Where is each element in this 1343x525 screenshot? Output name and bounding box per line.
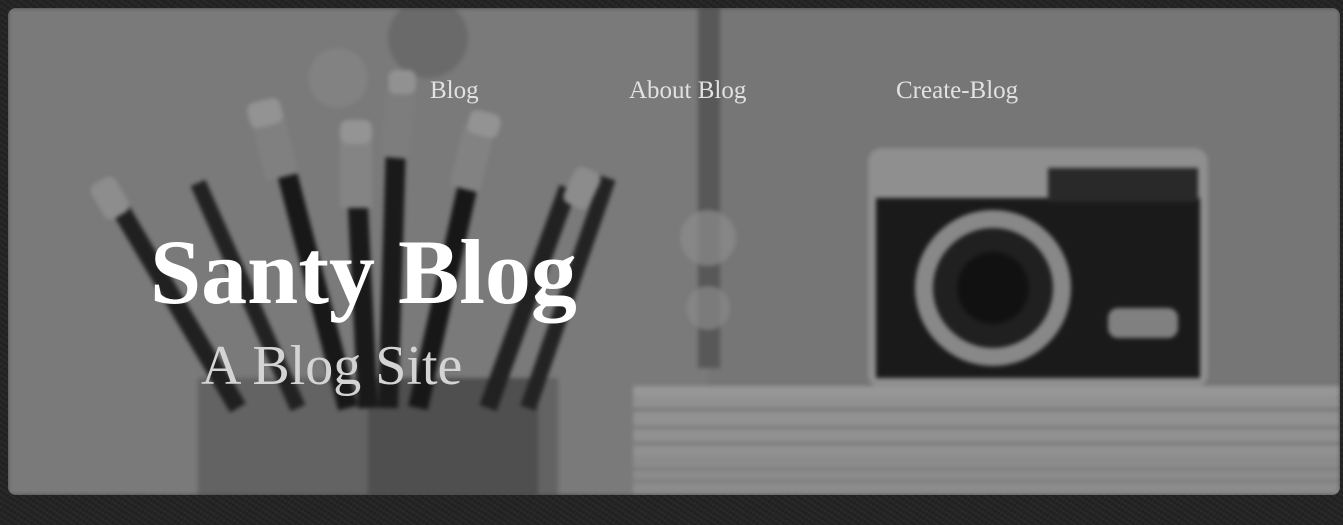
site-title: Santy Blog — [150, 221, 577, 323]
site-subtitle: A Blog Site — [201, 335, 463, 397]
hero-banner: Blog About Blog Create-Blog Santy Blog A… — [8, 8, 1340, 495]
nav-link-blog[interactable]: Blog — [430, 76, 479, 106]
main-navigation: Blog About Blog Create-Blog — [8, 76, 1340, 106]
nav-link-about-blog[interactable]: About Blog — [629, 76, 746, 106]
nav-link-create-blog[interactable]: Create-Blog — [896, 76, 1018, 106]
